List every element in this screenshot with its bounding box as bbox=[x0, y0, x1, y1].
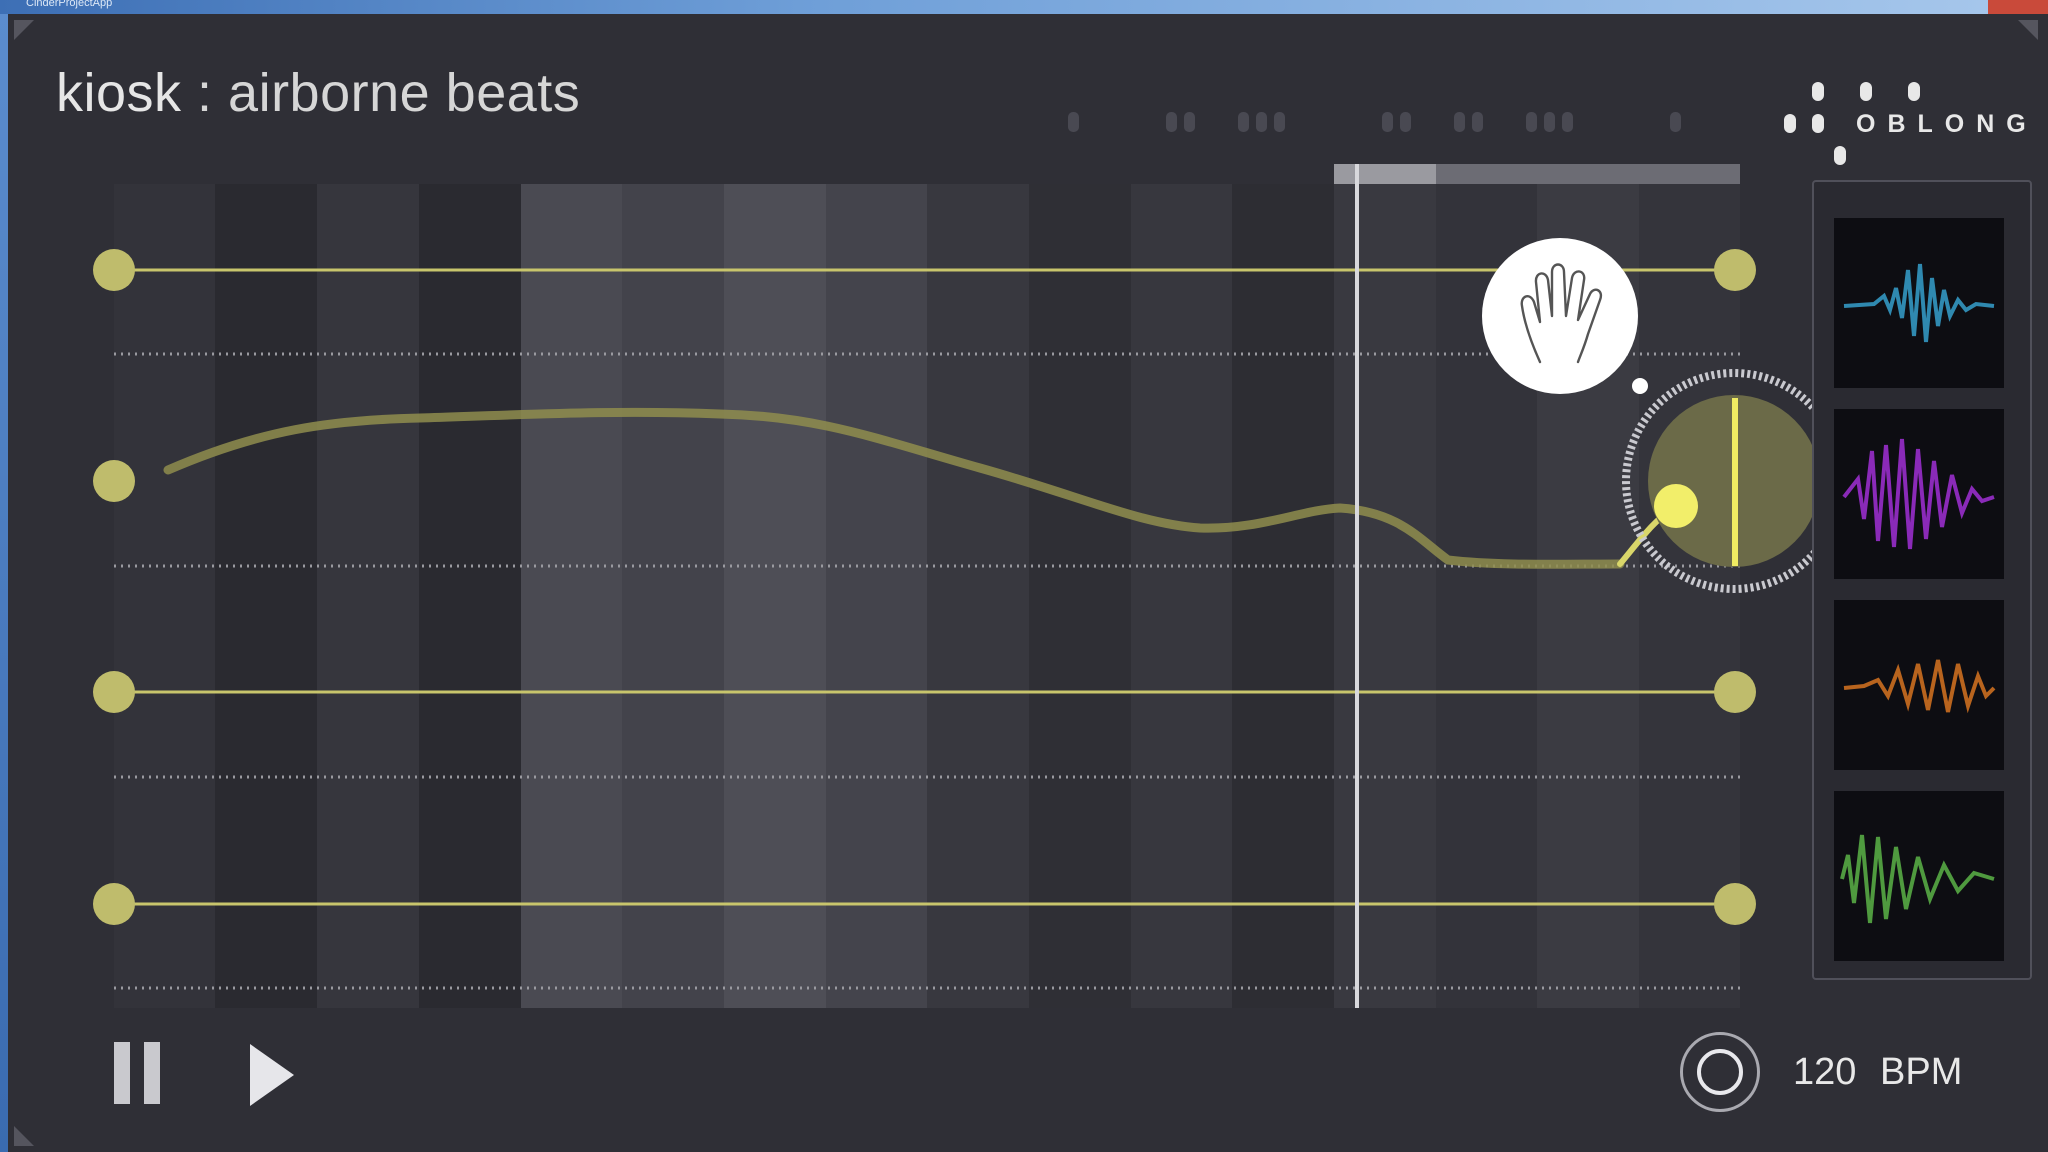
grid-column[interactable] bbox=[419, 184, 521, 1008]
waveform-path bbox=[1842, 438, 1995, 550]
track-end-handle[interactable] bbox=[1714, 671, 1756, 713]
tempo-knob[interactable] bbox=[1680, 1032, 1760, 1112]
tempo-knob-icon bbox=[1697, 1049, 1743, 1095]
grid-column[interactable] bbox=[826, 184, 927, 1008]
grid-column[interactable] bbox=[1639, 184, 1740, 1008]
hand-cursor-pointer bbox=[1632, 378, 1648, 394]
waveform-path bbox=[1843, 659, 1996, 714]
grid-column[interactable] bbox=[1232, 184, 1334, 1008]
waveform-icon bbox=[1843, 263, 1995, 343]
grid-column[interactable] bbox=[521, 184, 622, 1008]
sample-thumb-3[interactable] bbox=[1834, 600, 2004, 770]
track-end-handle[interactable] bbox=[1714, 883, 1756, 925]
grid-column[interactable] bbox=[215, 184, 317, 1008]
pause-button[interactable] bbox=[114, 1042, 160, 1104]
waveform-icon bbox=[1843, 659, 1996, 714]
sample-thumb-2[interactable] bbox=[1834, 409, 2004, 579]
waveform-path bbox=[1840, 834, 1995, 924]
grid-column[interactable] bbox=[1334, 184, 1436, 1008]
grid-column[interactable] bbox=[114, 184, 215, 1008]
bpm-unit: BPM bbox=[1880, 1051, 1963, 1093]
grid-column[interactable] bbox=[927, 184, 1029, 1008]
pause-icon bbox=[114, 1042, 130, 1104]
sequencer-grid[interactable] bbox=[0, 0, 2048, 1152]
waveform-icon bbox=[1840, 834, 1995, 924]
bpm-value: 120 bbox=[1793, 1051, 1857, 1093]
waveform-path bbox=[1843, 263, 1995, 343]
track-start-handle[interactable] bbox=[93, 883, 135, 925]
track-start-handle[interactable] bbox=[93, 671, 135, 713]
grid-column[interactable] bbox=[1131, 184, 1232, 1008]
sample-palette bbox=[1812, 180, 2032, 980]
track-end-handle[interactable] bbox=[1714, 249, 1756, 291]
sample-thumb-1[interactable] bbox=[1834, 218, 2004, 388]
automation-point[interactable] bbox=[1654, 484, 1698, 528]
grid-column[interactable] bbox=[317, 184, 419, 1008]
pause-icon bbox=[144, 1042, 160, 1104]
play-button[interactable] bbox=[250, 1044, 294, 1106]
waveform-icon bbox=[1842, 438, 1995, 550]
sample-thumb-4[interactable] bbox=[1834, 791, 2004, 961]
track-start-handle[interactable] bbox=[93, 460, 135, 502]
hand-cursor-bubble bbox=[1482, 238, 1638, 394]
grid-column[interactable] bbox=[622, 184, 724, 1008]
grid-column[interactable] bbox=[1029, 184, 1131, 1008]
grid-column[interactable] bbox=[724, 184, 826, 1008]
track-start-handle[interactable] bbox=[93, 249, 135, 291]
loop-region[interactable] bbox=[1334, 164, 1740, 184]
loop-bar-active[interactable] bbox=[1334, 164, 1436, 184]
